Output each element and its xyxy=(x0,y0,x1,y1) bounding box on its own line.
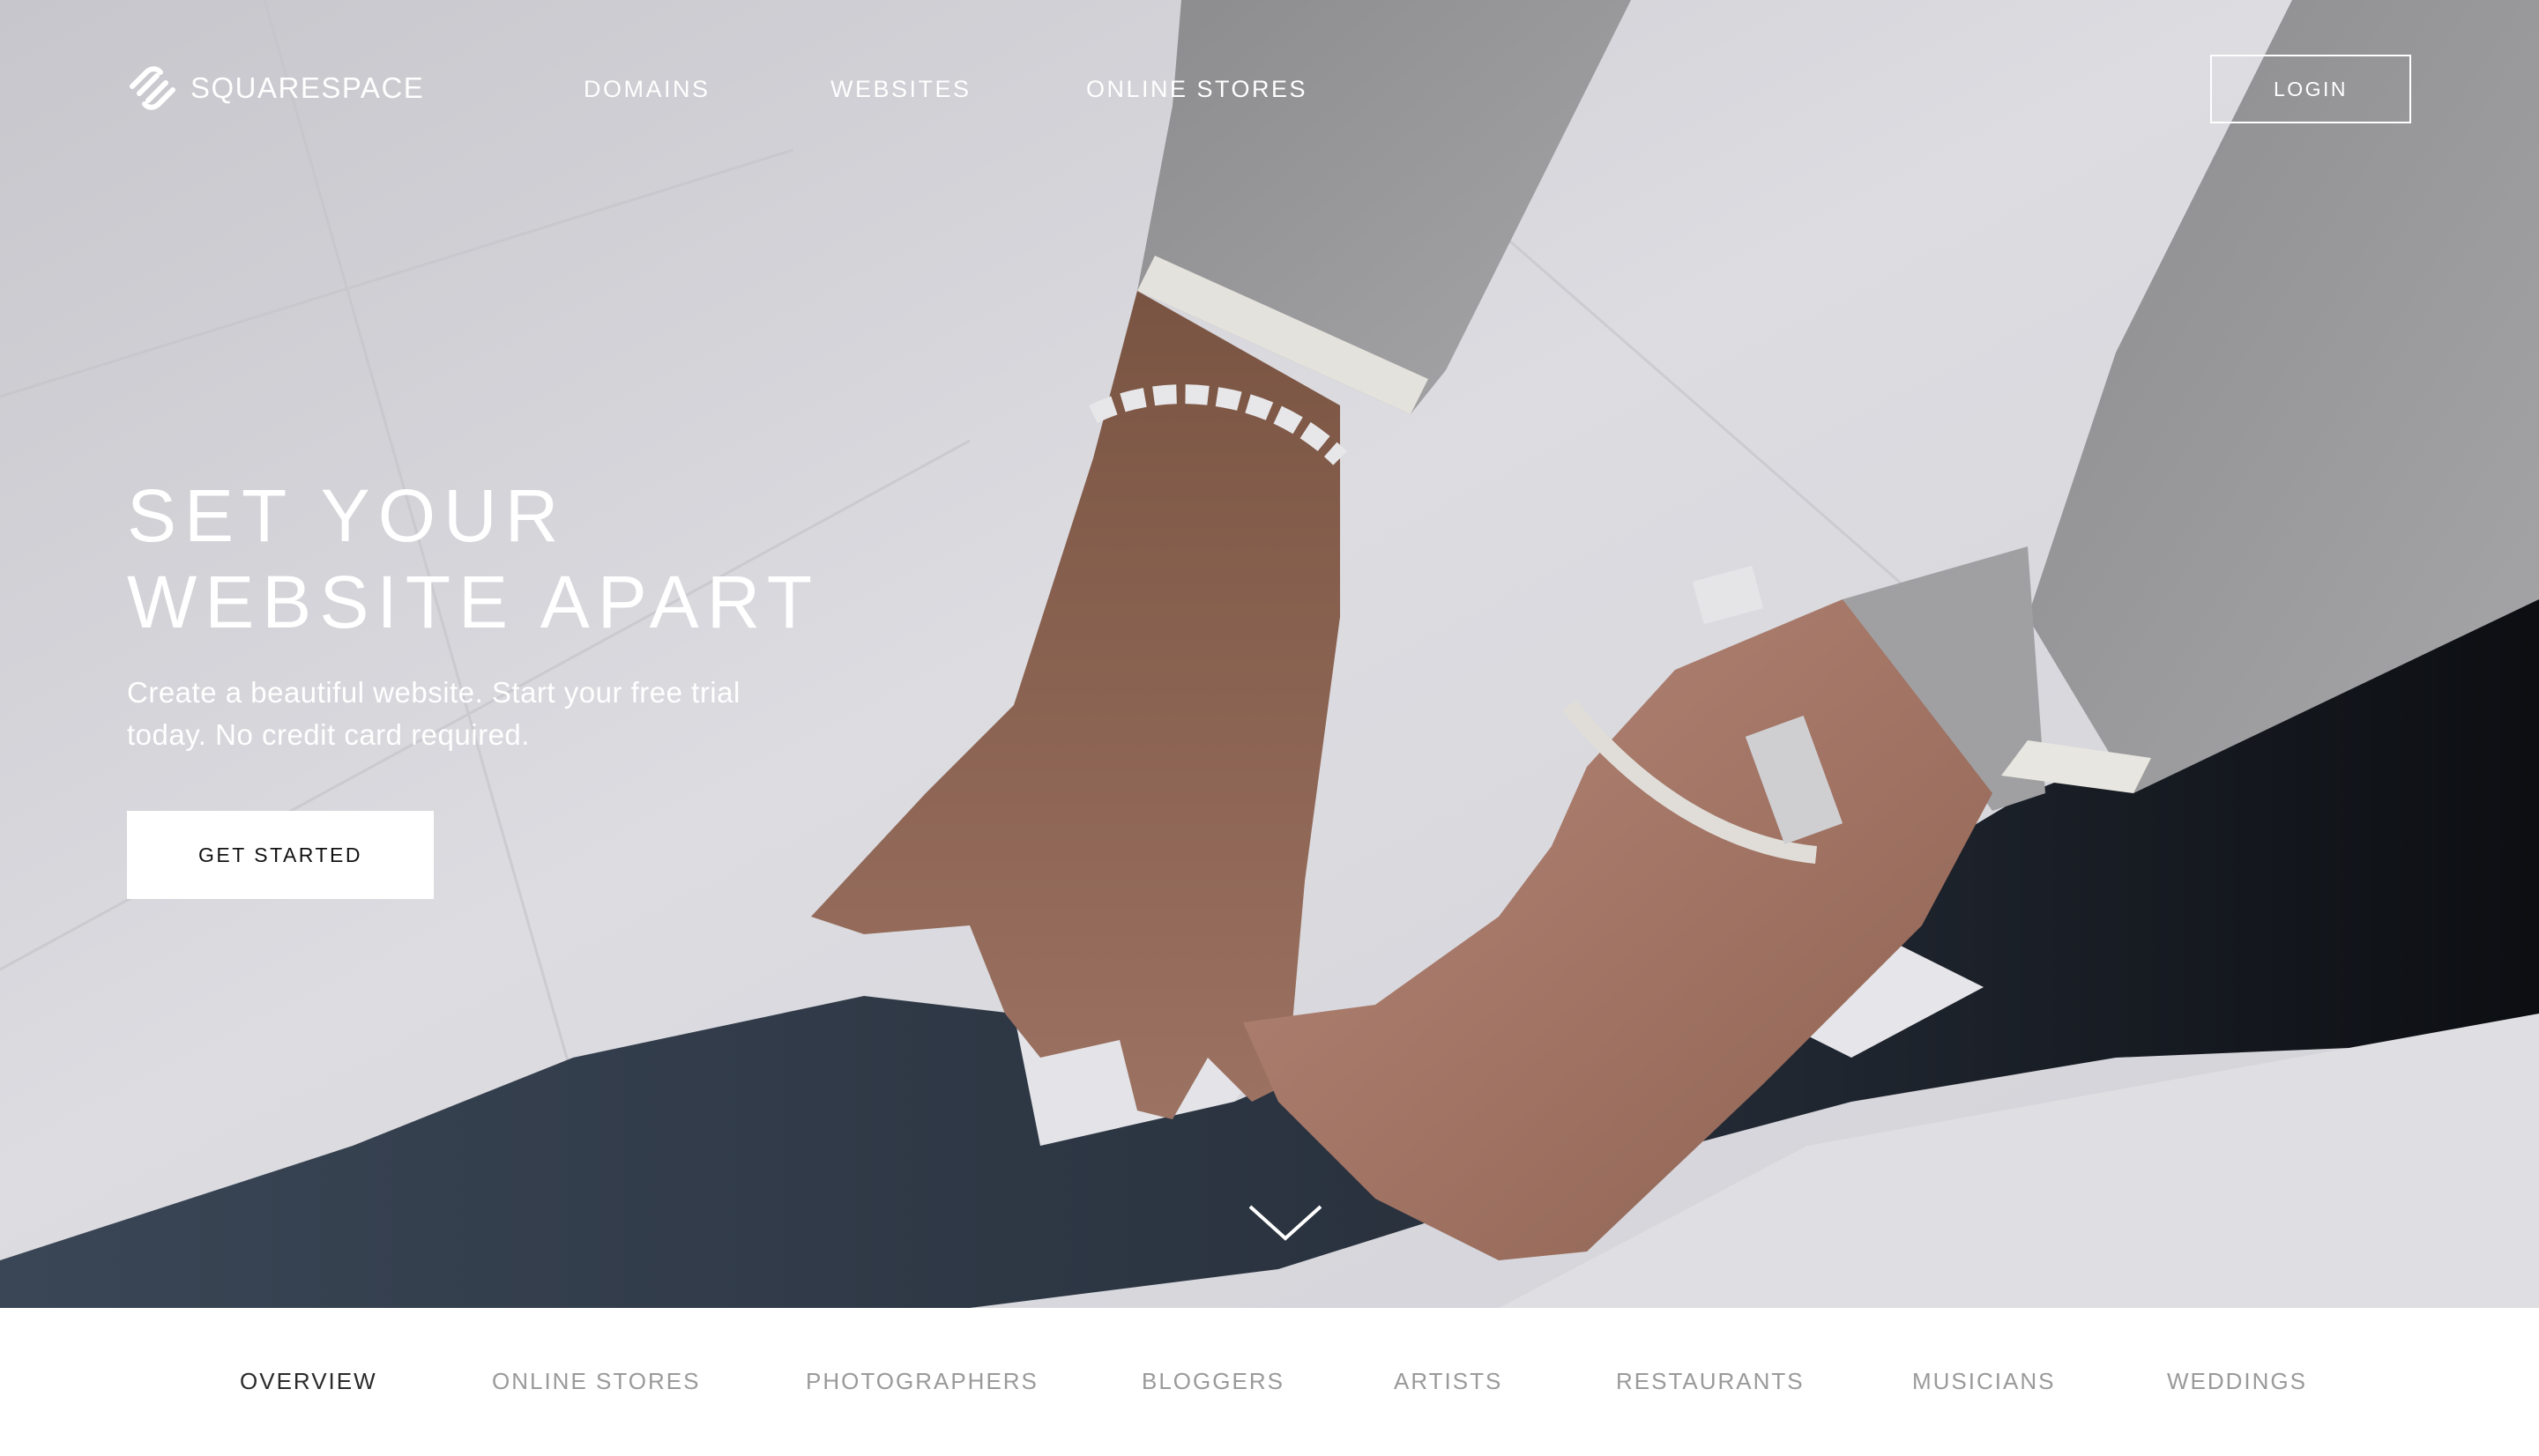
hero-background-image xyxy=(0,0,2539,1308)
get-started-button[interactable]: GET STARTED xyxy=(127,811,434,899)
hero-title-line-1: SET YOUR xyxy=(127,474,567,557)
category-subnav: OVERVIEW ONLINE STORES PHOTOGRAPHERS BLO… xyxy=(0,1308,2539,1456)
subnav-weddings[interactable]: WEDDINGS xyxy=(2167,1366,2307,1396)
subnav-musicians[interactable]: MUSICIANS xyxy=(1912,1366,2055,1396)
subnav-online-stores[interactable]: ONLINE STORES xyxy=(492,1366,700,1396)
nav-domains[interactable]: DOMAINS xyxy=(584,74,711,104)
hero-section: SQUARESPACE DOMAINS WEBSITES ONLINE STOR… xyxy=(0,0,2539,1308)
subnav-artists[interactable]: ARTISTS xyxy=(1394,1366,1502,1396)
subnav-overview[interactable]: OVERVIEW xyxy=(240,1366,377,1396)
hero-title-line-2: WEBSITE APART xyxy=(127,561,821,643)
chevron-down-icon[interactable] xyxy=(1247,1203,1324,1244)
subnav-photographers[interactable]: PHOTOGRAPHERS xyxy=(806,1366,1039,1396)
login-button[interactable]: LOGIN xyxy=(2210,55,2411,123)
hero-title: SET YOUR WEBSITE APART xyxy=(127,472,1009,645)
subnav-bloggers[interactable]: BLOGGERS xyxy=(1142,1366,1284,1396)
nav-websites[interactable]: WEBSITES xyxy=(830,74,972,104)
squarespace-logo-icon xyxy=(130,66,175,110)
nav-online-stores[interactable]: ONLINE STORES xyxy=(1086,74,1307,104)
squarespace-logo[interactable]: SQUARESPACE xyxy=(127,65,424,111)
hero-subtitle: Create a beautiful website. Start your f… xyxy=(127,676,741,751)
subnav-restaurants[interactable]: RESTAURANTS xyxy=(1616,1366,1805,1396)
brand-name: SQUARESPACE xyxy=(190,71,425,104)
